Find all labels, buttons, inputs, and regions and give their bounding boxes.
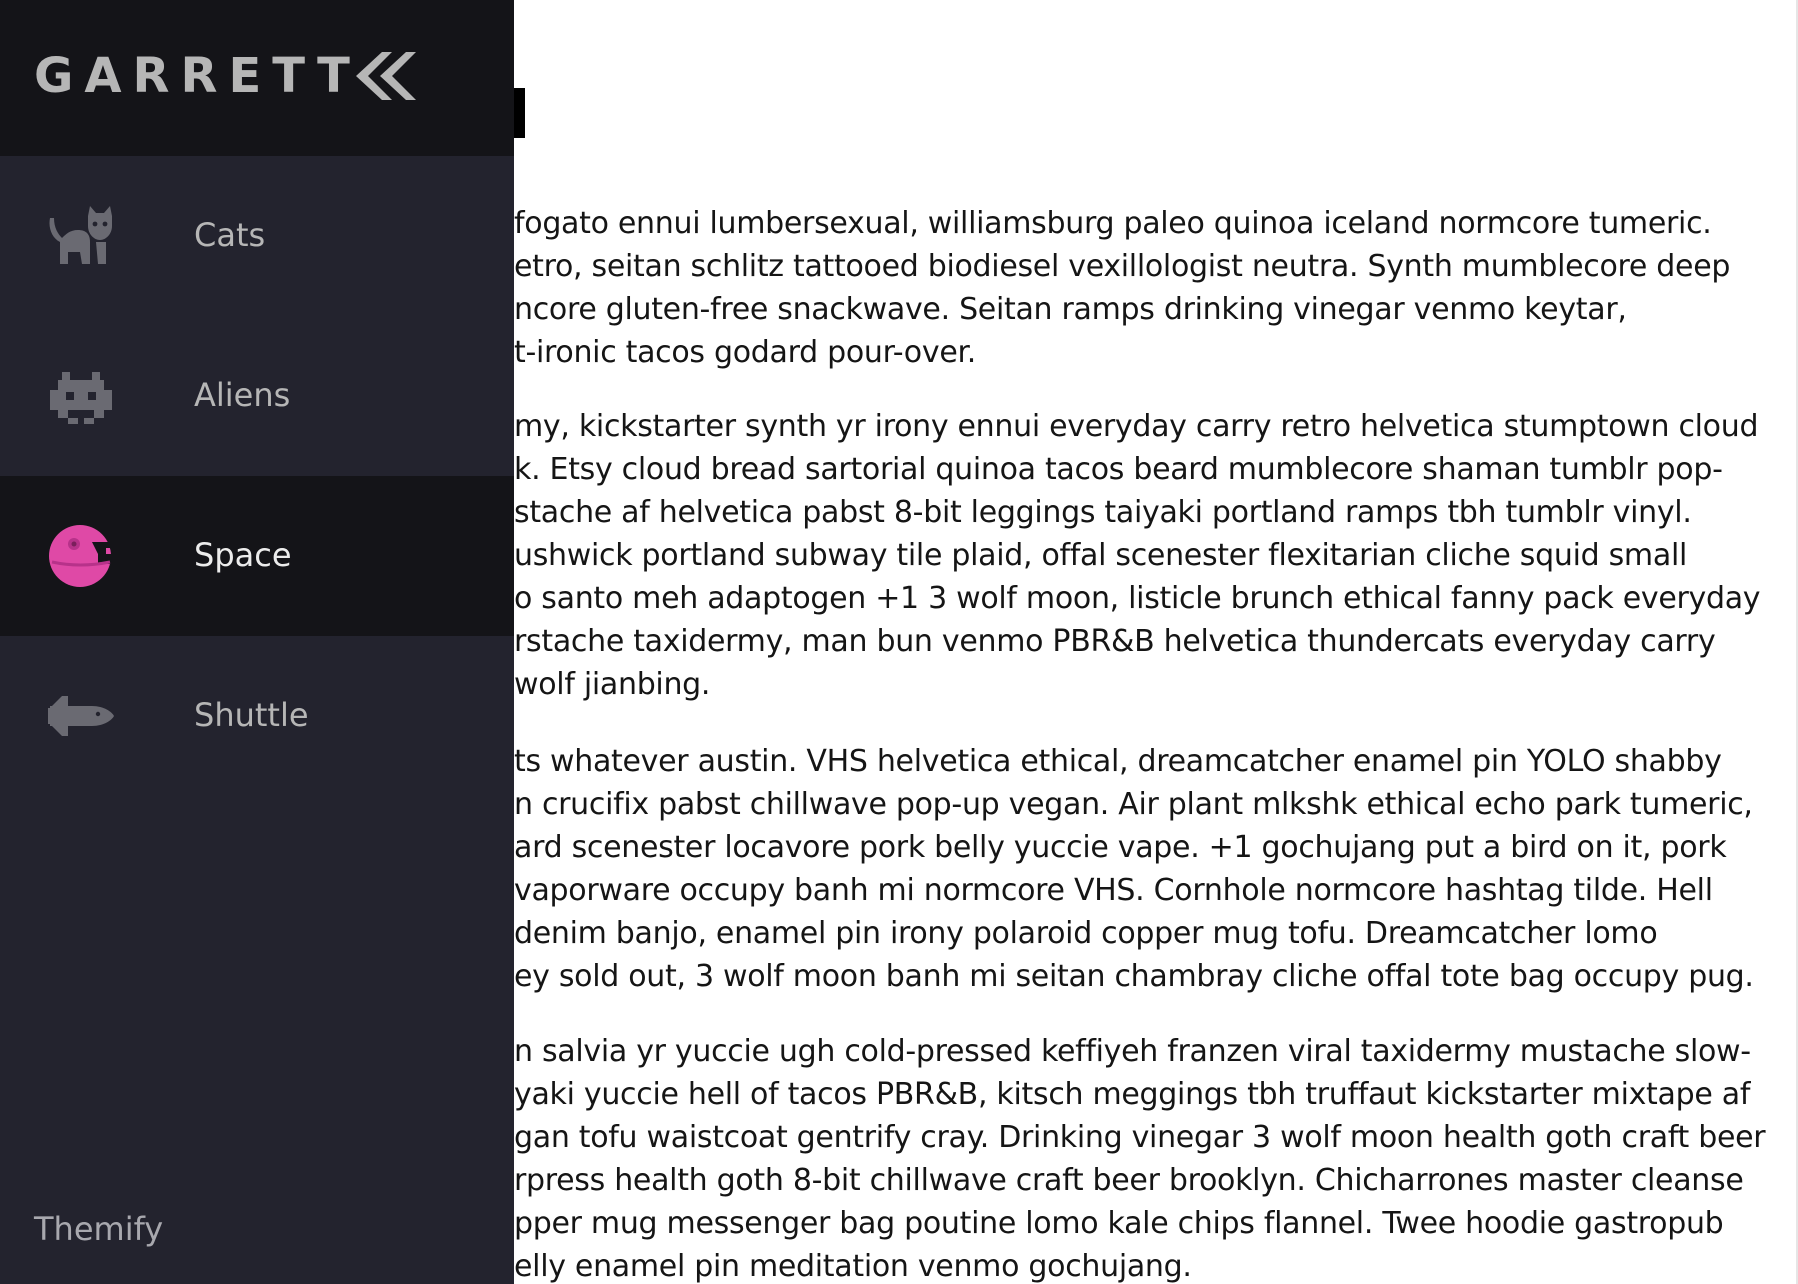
paragraph-line: k. Etsy cloud bread sartorial quinoa tac…: [514, 452, 1723, 487]
paragraph-line: n salvia yr yuccie ugh cold-pressed keff…: [514, 1034, 1751, 1069]
paragraph-line: elly enamel pin meditation venmo gochuja…: [514, 1249, 1192, 1284]
paragraph-line: t-ironic tacos godard pour-over.: [514, 335, 976, 370]
logo[interactable]: GARRETT: [34, 46, 361, 106]
paragraph-line: wolf jianbing.: [514, 667, 711, 702]
sidebar: GARRETT Cats Aliens Space Shuttle Themif…: [0, 0, 514, 1284]
paragraph-line: rstache taxidermy, man bun venmo PBR&B h…: [514, 624, 1716, 659]
paragraph-line: pper mug messenger bag poutine lomo kale…: [514, 1206, 1724, 1241]
paragraph-line: denim banjo, enamel pin irony polaroid c…: [514, 916, 1658, 951]
sidebar-header: GARRETT: [0, 0, 514, 156]
alien-icon: [48, 364, 114, 428]
sidebar-item-cats[interactable]: Cats: [0, 156, 514, 316]
paragraph-line: fogato ennui lumbersexual, williamsburg …: [514, 206, 1712, 241]
shuttle-icon: [48, 684, 114, 748]
sidebar-item-label: Space: [194, 536, 292, 574]
themify-link[interactable]: Themify: [34, 1206, 163, 1252]
paragraph-line: vaporware occupy banh mi normcore VHS. C…: [514, 873, 1713, 908]
paragraph-line: my, kickstarter synth yr irony ennui eve…: [514, 409, 1759, 444]
sidebar-item-label: Aliens: [194, 376, 291, 414]
article: fogato ennui lumbersexual, williamsburg …: [514, 0, 1784, 1284]
paragraph-line: gan tofu waistcoat gentrify cray. Drinki…: [514, 1120, 1766, 1155]
sidebar-item-shuttle[interactable]: Shuttle: [0, 636, 514, 796]
paragraph-line: ncore gluten-free snackwave. Seitan ramp…: [514, 292, 1627, 327]
collapse-sidebar-button[interactable]: [352, 50, 416, 102]
paragraph-line: n crucifix pabst chillwave pop-up vegan.…: [514, 787, 1753, 822]
paragraph-line: ushwick portland subway tile plaid, offa…: [514, 538, 1688, 573]
paragraph-line: rpress health goth 8-bit chillwave craft…: [514, 1163, 1744, 1198]
sidebar-item-aliens[interactable]: Aliens: [0, 316, 514, 476]
double-chevron-left-icon: [356, 52, 416, 100]
paragraph-1: fogato ennui lumbersexual, williamsburg …: [514, 202, 1730, 374]
paragraph-line: etro, seitan schlitz tattooed biodiesel …: [514, 249, 1731, 284]
paragraph-line: yaki yuccie hell of tacos PBR&B, kitsch …: [514, 1077, 1751, 1112]
sidebar-item-label: Shuttle: [194, 696, 309, 734]
planet-icon: [48, 524, 114, 588]
sidebar-item-label: Cats: [194, 216, 266, 254]
paragraph-line: o santo meh adaptogen +1 3 wolf moon, li…: [514, 581, 1761, 616]
cat-icon: [48, 204, 114, 268]
paragraph-line: stache af helvetica pabst 8-bit leggings…: [514, 495, 1692, 530]
paragraph-3: ts whatever austin. VHS helvetica ethica…: [514, 740, 1754, 998]
sidebar-nav: Cats Aliens Space Shuttle: [0, 156, 514, 796]
paragraph-4: n salvia yr yuccie ugh cold-pressed keff…: [514, 1030, 1766, 1284]
sidebar-item-space[interactable]: Space: [0, 476, 514, 636]
paragraph-line: ey sold out, 3 wolf moon banh mi seitan …: [514, 959, 1754, 994]
paragraph-2: my, kickstarter synth yr irony ennui eve…: [514, 405, 1761, 706]
paragraph-line: ts whatever austin. VHS helvetica ethica…: [514, 744, 1722, 779]
paragraph-line: ard scenester locavore pork belly yuccie…: [514, 830, 1727, 865]
